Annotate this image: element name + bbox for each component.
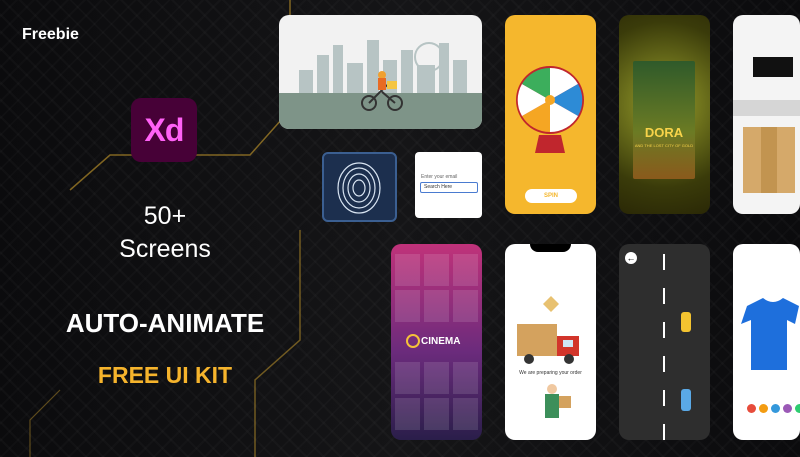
cardboard-box — [743, 127, 795, 193]
tshirt-card[interactable] — [733, 244, 800, 440]
swatch-red[interactable] — [747, 404, 756, 413]
road-illustration — [663, 254, 691, 440]
swatch-green[interactable] — [795, 404, 800, 413]
movie-poster-card[interactable]: DORA AND THE LOST CITY OF GOLD — [619, 15, 710, 214]
delivery-status-text: We are preparing your order — [519, 370, 582, 376]
room-tv — [753, 57, 793, 77]
spin-wheel-card[interactable]: SPIN — [505, 15, 596, 214]
search-field[interactable]: Search Here — [420, 182, 478, 193]
swatch-purple[interactable] — [783, 404, 792, 413]
form-label: Enter your email — [421, 174, 458, 180]
color-swatches — [747, 404, 800, 413]
back-arrow-icon[interactable]: ← — [625, 252, 637, 264]
prize-wheel-illustration — [516, 66, 584, 153]
headline: AUTO-ANIMATE — [65, 308, 265, 338]
screen-count-label: Screens — [119, 235, 211, 263]
city-skyline-illustration — [279, 40, 482, 129]
freebie-label: Freebie — [22, 26, 79, 43]
spin-button[interactable]: SPIN — [525, 189, 577, 203]
poster-subtitle: AND THE LOST CITY OF GOLD — [634, 143, 694, 148]
phone-notch — [530, 244, 571, 252]
search-placeholder: Search Here — [424, 184, 453, 190]
road-game-card[interactable]: ← — [619, 244, 710, 440]
movie-poster: DORA AND THE LOST CITY OF GOLD — [633, 61, 695, 179]
room-shelf — [733, 100, 800, 116]
screen-count: 50+ Screens — [110, 200, 220, 266]
delivery-card[interactable]: We are preparing your order — [505, 244, 596, 440]
delivery-truck-illustration — [517, 296, 579, 418]
fingerprint-card[interactable] — [322, 152, 397, 222]
screen-count-number: 50+ — [143, 202, 187, 230]
cinema-logo-text: CINEMA — [421, 336, 461, 347]
spin-button-label: SPIN — [543, 193, 558, 199]
swatch-blue[interactable] — [771, 404, 780, 413]
fingerprint-icon — [337, 162, 381, 214]
subhead: FREE UI KIT — [97, 362, 233, 388]
search-form-card[interactable]: Enter your email Search Here — [415, 152, 482, 218]
xd-logo: Xd — [131, 98, 197, 162]
swatch-orange[interactable] — [759, 404, 768, 413]
city-illustration-card[interactable] — [279, 15, 482, 129]
cinema-card[interactable]: CINEMA — [391, 244, 482, 440]
room-box-card[interactable] — [733, 15, 800, 214]
poster-title: DORA — [644, 125, 684, 140]
